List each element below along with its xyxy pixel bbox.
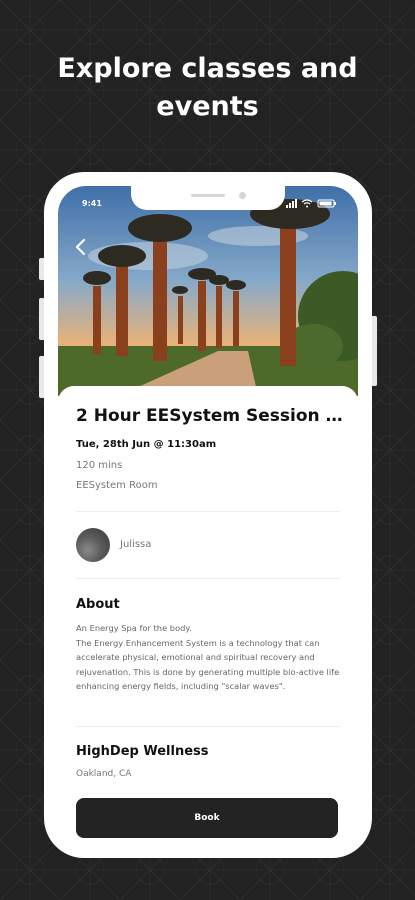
divider xyxy=(76,578,340,579)
venue-location: Oakland, CA xyxy=(76,769,132,779)
status-icons xyxy=(286,199,336,208)
wifi-icon xyxy=(301,199,313,205)
host-name[interactable]: Julissa xyxy=(120,539,151,550)
event-title: 2 Hour EESystem Session f.... xyxy=(76,406,346,426)
event-date: Tue, 28th Jun @ 11:30am xyxy=(76,439,217,450)
status-time: 9:41 xyxy=(82,199,102,208)
about-description: An Energy Spa for the body. The Energy E… xyxy=(76,623,340,691)
event-hero-image xyxy=(58,186,358,396)
divider xyxy=(76,511,340,512)
book-button[interactable]: Book xyxy=(76,798,338,838)
headline-line-2: events xyxy=(156,91,259,122)
phone-notch xyxy=(131,186,285,210)
event-room: EESystem Room xyxy=(76,480,158,491)
event-duration: 120 mins xyxy=(76,460,123,471)
phone-frame: 9:41 2 Hour EESystem Session f.... Tue, … xyxy=(44,172,372,858)
divider xyxy=(76,726,340,727)
chevron-left-icon[interactable] xyxy=(72,236,90,258)
venue-name: HighDep Wellness xyxy=(76,744,209,759)
host-avatar[interactable] xyxy=(76,528,110,562)
battery-icon xyxy=(317,199,336,208)
phone-camera xyxy=(239,192,246,199)
about-heading: About xyxy=(76,597,120,612)
event-details-sheet: 2 Hour EESystem Session f.... Tue, 28th … xyxy=(58,386,358,844)
page-headline: Explore classes and events xyxy=(0,50,415,126)
phone-speaker xyxy=(191,194,225,197)
signal-icon xyxy=(286,199,297,208)
phone-screen: 9:41 2 Hour EESystem Session f.... Tue, … xyxy=(58,186,358,844)
headline-line-1: Explore classes and xyxy=(57,53,358,84)
